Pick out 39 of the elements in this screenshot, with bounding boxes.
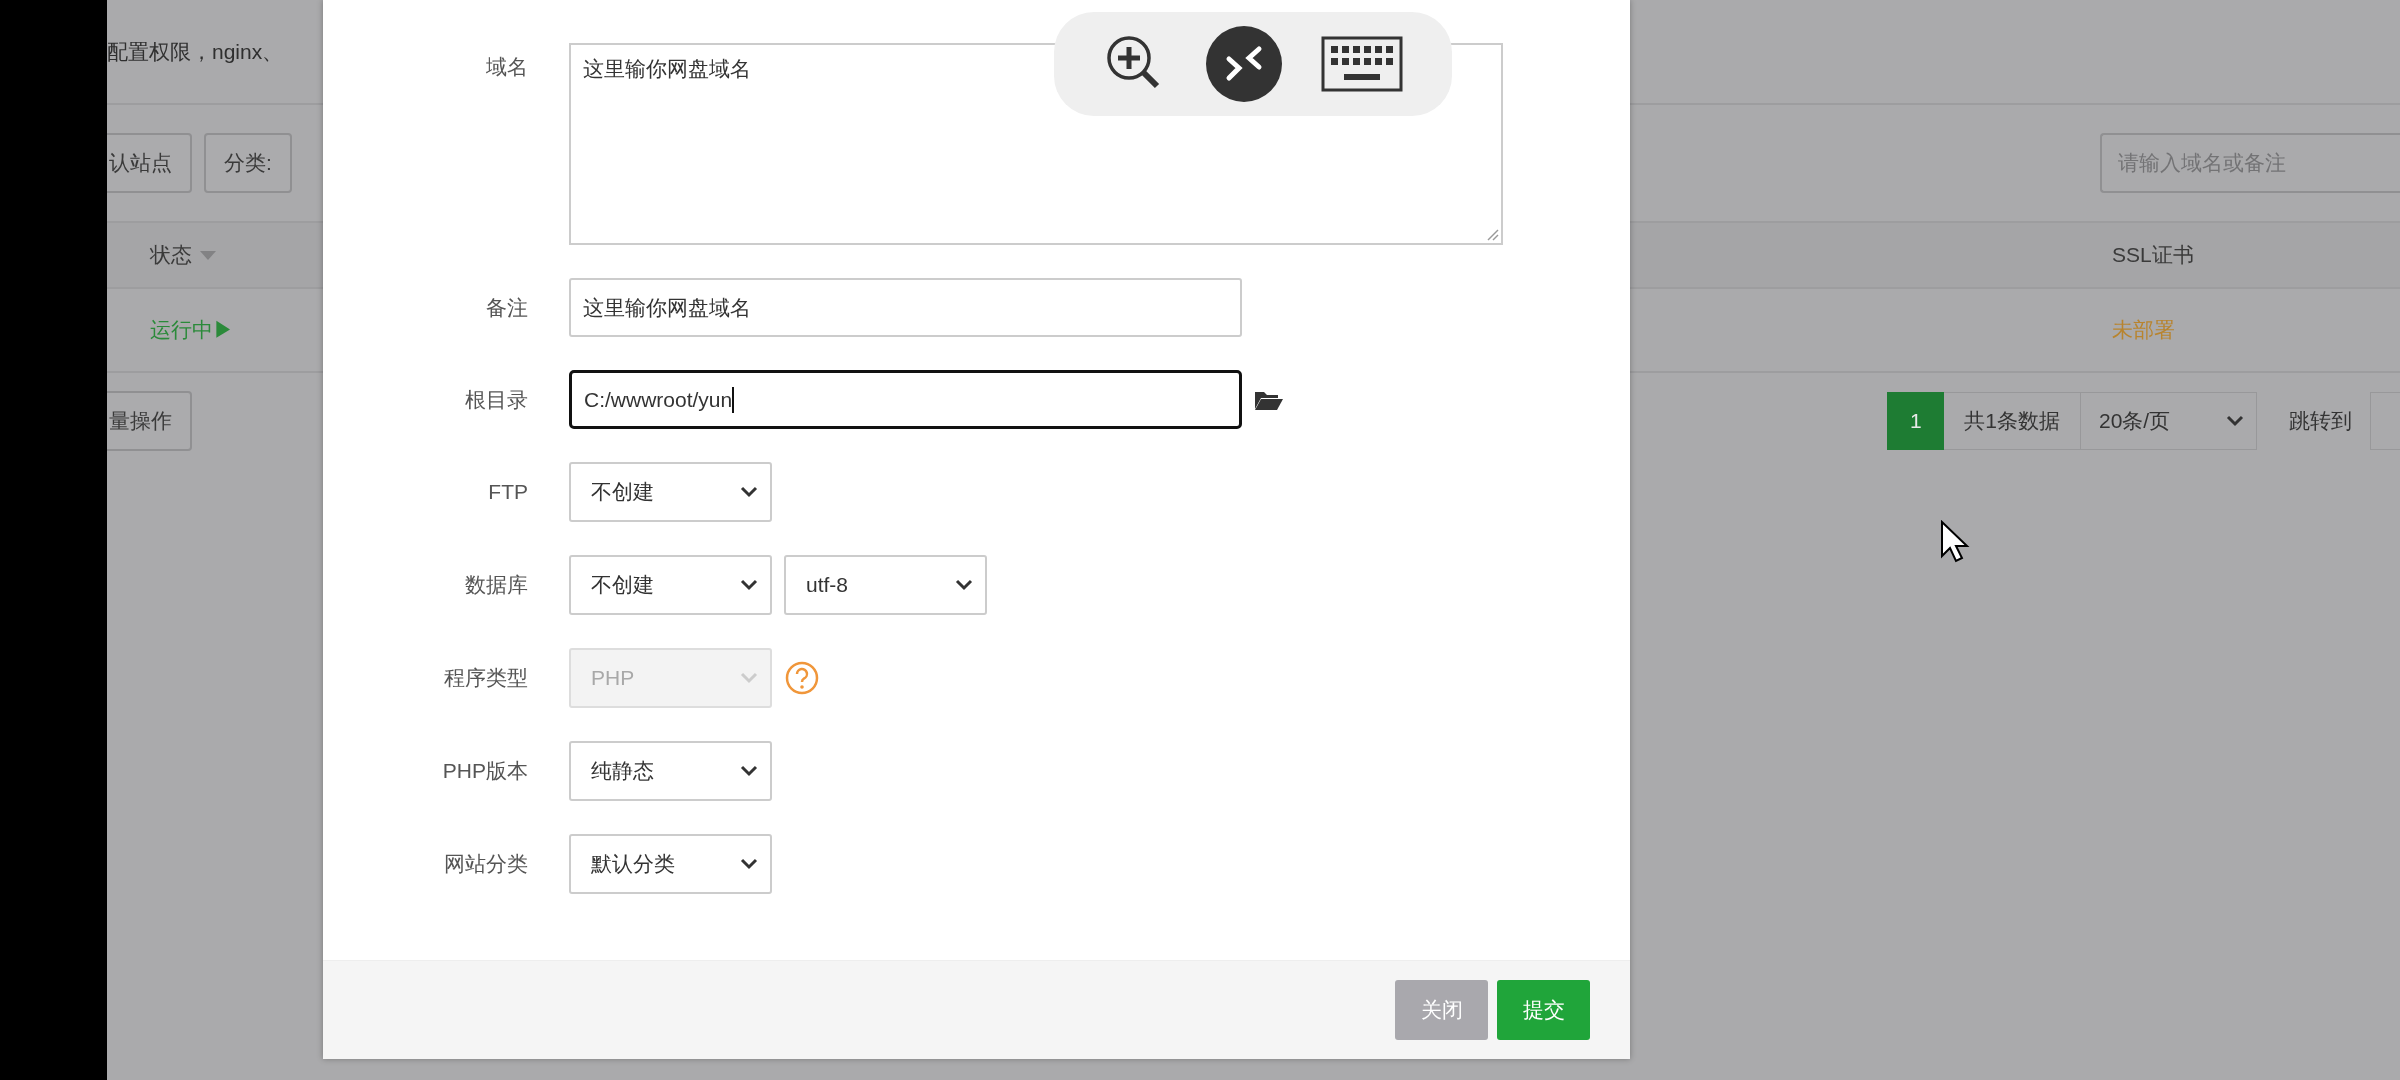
select-field[interactable]: 纯静态 (569, 741, 772, 801)
text-input[interactable]: C:/wwwroot/yun (569, 370, 1242, 429)
text-input[interactable]: 这里输你网盘域名 (569, 278, 1242, 337)
chevron-icon (740, 486, 758, 498)
chevron-icon (740, 672, 758, 684)
field-label: 域名 (485, 54, 528, 80)
mouse-cursor-icon (1940, 520, 1970, 564)
filter-button[interactable]: 认站点 (107, 133, 192, 193)
field-label: 程序类型 (443, 665, 528, 691)
field-label: 根目录 (464, 386, 528, 413)
field-label: PHP版本 (441, 758, 528, 784)
status-text: 运行中▶ (150, 317, 234, 343)
batch-button[interactable]: 量操作 (107, 391, 192, 451)
ssl-status: 未部署 (2112, 318, 2175, 341)
chevron-icon (740, 858, 758, 870)
field-label: 网站分类 (443, 851, 528, 877)
page-size-select[interactable]: 20条/页 (2081, 392, 2257, 450)
select-field[interactable]: 默认分类 (569, 834, 772, 894)
select-field[interactable]: 不创建 (569, 555, 772, 615)
submit-button[interactable]: 提交 (1497, 980, 1590, 1040)
field-label: 数据库 (464, 572, 528, 598)
jump-label: 跳转到 (2289, 408, 2352, 434)
resize-grip-icon[interactable] (1485, 227, 1499, 241)
chevron-icon (2226, 415, 2244, 427)
total-count: 共1条数据 (1944, 392, 2081, 450)
page-button[interactable]: 1 (1887, 392, 1945, 450)
field-label: FTP (487, 480, 528, 504)
notice-text: 配置权限，nginx、 (107, 38, 284, 65)
chevron-icon (740, 579, 758, 591)
chevron-icon (955, 579, 973, 591)
chevron-icon (740, 765, 758, 777)
select-field[interactable]: utf-8 (784, 555, 987, 615)
keyboard-icon[interactable] (1321, 36, 1403, 92)
column-header[interactable]: SSL证书 (2112, 243, 2194, 266)
column-header[interactable]: 状态 (150, 241, 192, 269)
filter-button[interactable]: 分类: (204, 133, 292, 193)
connection-icon[interactable] (1205, 25, 1283, 103)
select-field[interactable]: 不创建 (569, 462, 772, 522)
field-label: 备注 (485, 294, 528, 321)
